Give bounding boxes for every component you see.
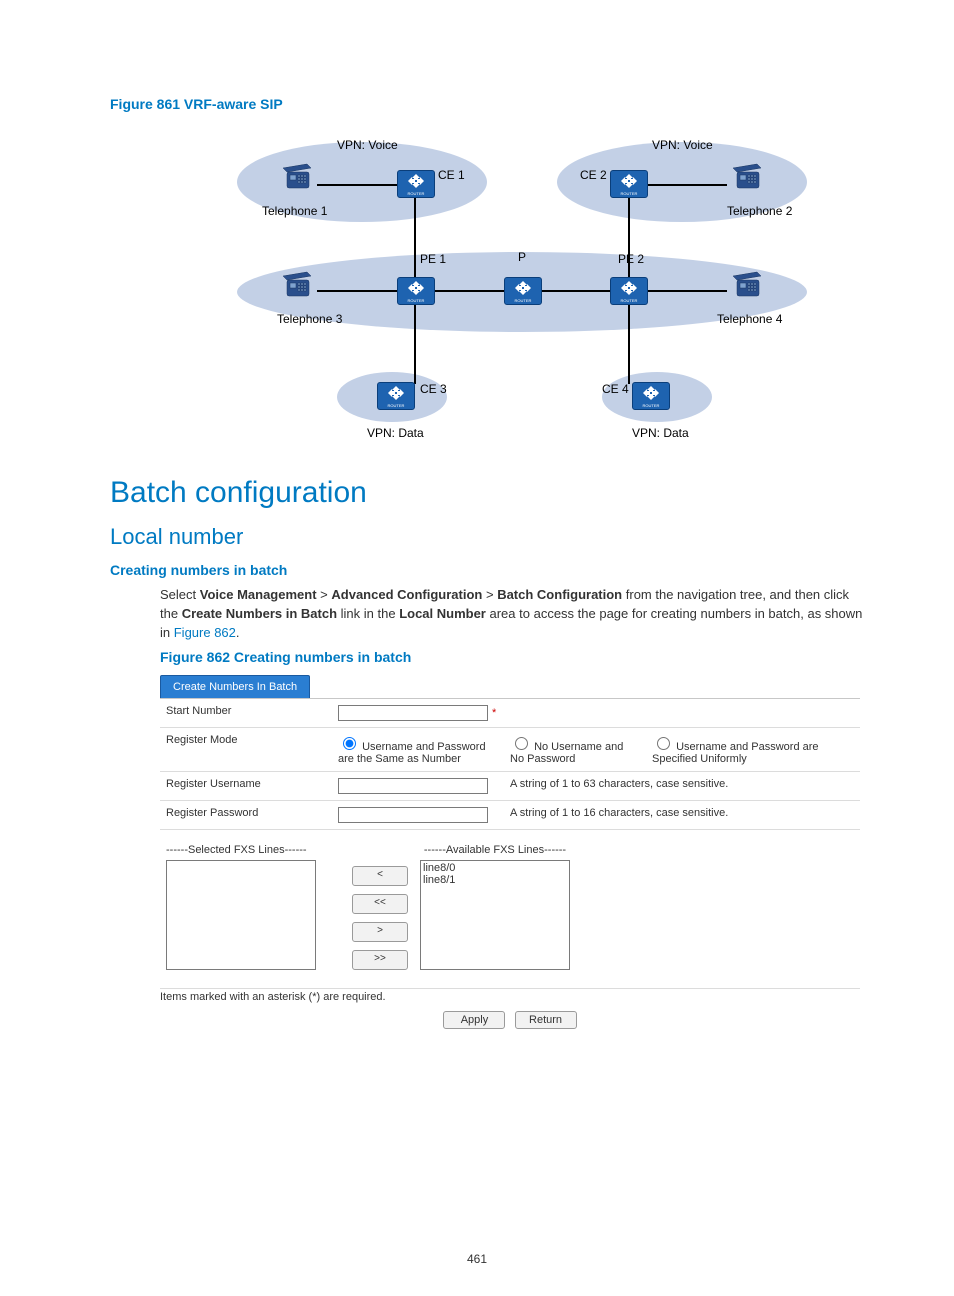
hint-password: A string of 1 to 16 characters, case sen… (504, 800, 860, 829)
router-ce2 (610, 170, 648, 198)
figure-861-diagram: VPN: Voice VPN: Voice Telephone 1 Teleph… (182, 122, 792, 452)
start-number-input[interactable] (338, 705, 488, 721)
figure-862-link[interactable]: Figure 862 (174, 625, 236, 640)
label-start-number: Start Number (160, 699, 332, 728)
figure-862-screenshot: Create Numbers In Batch Start Number * R… (160, 675, 860, 1029)
move-left-all-button[interactable]: << (352, 894, 408, 914)
radio-opt-same-as-number[interactable]: Username and Password are the Same as Nu… (338, 741, 486, 765)
label-register-password: Register Password (160, 800, 332, 829)
move-left-button[interactable]: < (352, 866, 408, 886)
breadcrumb-voice-management: Voice Management (200, 587, 317, 602)
heading-batch-configuration: Batch configuration (110, 476, 864, 510)
heading-creating-numbers: Creating numbers in batch (110, 562, 864, 578)
move-right-button[interactable]: > (352, 922, 408, 942)
tab-create-numbers[interactable]: Create Numbers In Batch (160, 675, 310, 698)
label-ce1: CE 1 (438, 168, 465, 182)
label-tel3: Telephone 3 (277, 312, 342, 326)
label-vpn-data-right: VPN: Data (632, 426, 689, 440)
label-register-mode: Register Mode (160, 727, 332, 771)
label-tel4: Telephone 4 (717, 312, 782, 326)
phone-icon-3 (277, 270, 317, 300)
router-ce1 (397, 170, 435, 198)
radio-opt-uniform[interactable]: Username and Password are Specified Unif… (652, 741, 819, 765)
phone-icon-2 (727, 162, 767, 192)
return-button[interactable]: Return (515, 1011, 577, 1029)
label-ce4: CE 4 (602, 382, 629, 396)
area-name-local-number: Local Number (399, 606, 486, 621)
radio-opt-no-auth[interactable]: No Username and No Password (510, 741, 623, 765)
router-pe1 (397, 277, 435, 305)
link-name-create-numbers: Create Numbers in Batch (182, 606, 337, 621)
router-pe2 (610, 277, 648, 305)
selected-fxs-title: ------Selected FXS Lines------ (166, 844, 336, 856)
router-ce4 (632, 382, 670, 410)
selected-fxs-list[interactable] (166, 860, 316, 970)
label-ce2: CE 2 (580, 168, 607, 182)
heading-local-number: Local number (110, 524, 864, 550)
hint-username: A string of 1 to 63 characters, case sen… (504, 771, 860, 800)
required-asterisk: * (492, 707, 496, 719)
router-ce3 (377, 382, 415, 410)
label-vpn-data-left: VPN: Data (367, 426, 424, 440)
required-footnote: Items marked with an asterisk (*) are re… (160, 991, 860, 1003)
breadcrumb-batch-config: Batch Configuration (497, 587, 622, 602)
figure-862-caption: Figure 862 Creating numbers in batch (160, 649, 864, 665)
apply-button[interactable]: Apply (443, 1011, 505, 1029)
label-p: P (518, 250, 526, 264)
available-fxs-list[interactable]: line8/0 line8/1 (420, 860, 570, 970)
label-register-username: Register Username (160, 771, 332, 800)
label-vpn-voice-left: VPN: Voice (337, 138, 398, 152)
list-item[interactable]: line8/0 (423, 862, 567, 874)
register-username-input[interactable] (338, 778, 488, 794)
instruction-paragraph: Select Voice Management > Advanced Confi… (160, 586, 864, 643)
figure-861-caption: Figure 861 VRF-aware SIP (110, 96, 864, 112)
para-text: Select (160, 587, 200, 602)
label-pe1: PE 1 (420, 252, 446, 266)
list-item[interactable]: line8/1 (423, 874, 567, 886)
label-tel1: Telephone 1 (262, 204, 327, 218)
register-password-input[interactable] (338, 807, 488, 823)
page-number: 461 (0, 1252, 954, 1266)
label-pe2: PE 2 (618, 252, 644, 266)
router-p (504, 277, 542, 305)
phone-icon-4 (727, 270, 767, 300)
breadcrumb-advanced-config: Advanced Configuration (331, 587, 482, 602)
move-right-all-button[interactable]: >> (352, 950, 408, 970)
available-fxs-title: ------Available FXS Lines------ (420, 844, 570, 856)
label-vpn-voice-right: VPN: Voice (652, 138, 713, 152)
label-tel2: Telephone 2 (727, 204, 792, 218)
label-ce3: CE 3 (420, 382, 447, 396)
phone-icon-1 (277, 162, 317, 192)
